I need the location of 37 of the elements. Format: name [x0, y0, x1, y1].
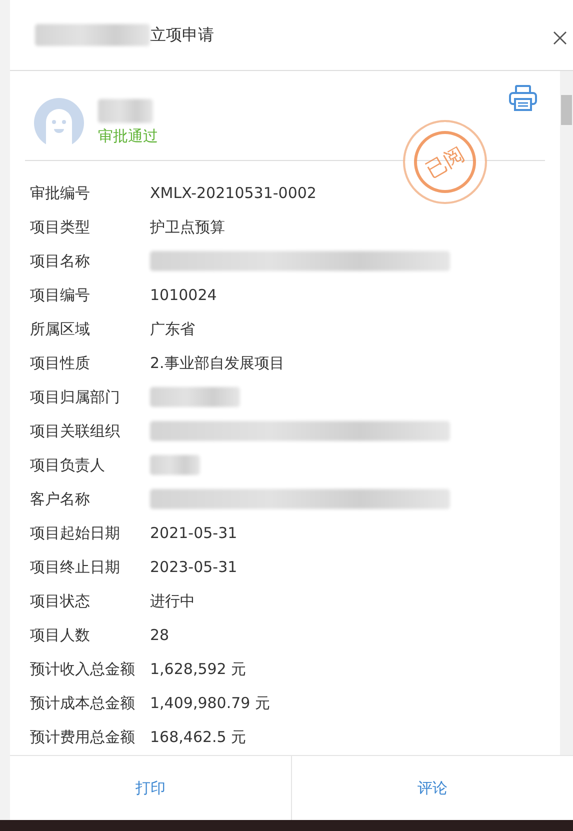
field-value: 1,409,980.79 元	[150, 694, 270, 712]
redacted-block	[150, 455, 200, 475]
approval-status: 审批通过	[98, 127, 158, 146]
avatar-icon	[34, 98, 84, 148]
field-value: 168,462.5 元	[150, 728, 246, 746]
field-value: 1,628,592 元	[150, 660, 246, 678]
scrollbar[interactable]	[560, 71, 573, 755]
field-label: 预计费用总金额	[29, 728, 136, 746]
field-label: 预计成本总金额	[29, 694, 136, 712]
printer-icon[interactable]	[509, 85, 537, 111]
field-label: 项目状态	[29, 592, 91, 610]
field-label: 项目负责人	[29, 456, 106, 474]
field-value: 进行中	[150, 592, 195, 610]
field-value: 广东省	[150, 320, 195, 338]
field-label: 项目起始日期	[29, 524, 121, 542]
field-value: 2.事业部自发展项目	[150, 354, 284, 372]
field-label: 预计收入总金额	[29, 660, 136, 678]
field-label: 项目编号	[29, 286, 91, 304]
stamp: 已阅	[403, 120, 487, 204]
field-label: 项目关联组织	[29, 422, 121, 440]
field-label: 所属区域	[29, 320, 91, 338]
field-label: 项目人数	[29, 626, 91, 644]
field-value: 1010024	[150, 286, 217, 304]
field-label: 客户名称	[29, 490, 91, 508]
field-value: 2023-05-31	[150, 558, 238, 576]
close-icon[interactable]	[553, 31, 567, 45]
field-label: 项目名称	[29, 252, 91, 270]
field-value: XMLX-20210531-0002	[150, 184, 316, 202]
field-label: 审批编号	[29, 184, 91, 202]
dialog-title: 立项申请	[150, 24, 214, 46]
field-label: 项目性质	[29, 354, 91, 372]
field-value: 护卫点预算	[150, 218, 225, 236]
field-value: 2021-05-31	[150, 524, 238, 542]
field-label: 项目归属部门	[29, 388, 121, 406]
field-label: 项目终止日期	[29, 558, 121, 576]
field-label: 项目类型	[29, 218, 91, 236]
field-value: 28	[150, 626, 170, 644]
